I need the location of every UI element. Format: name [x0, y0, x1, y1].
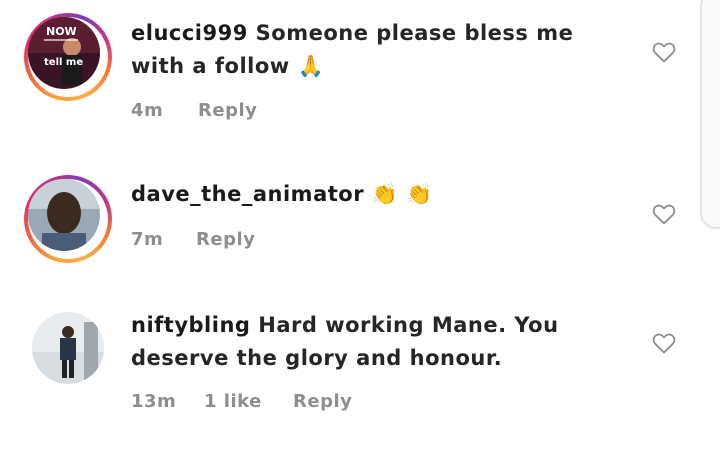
comment-body: 👏 👏 — [371, 182, 433, 206]
username[interactable]: elucci999 — [131, 21, 248, 45]
reply-button[interactable]: Reply — [293, 391, 352, 412]
username[interactable]: niftybling — [131, 313, 250, 337]
heart-outline-icon[interactable] — [652, 203, 676, 225]
avatar-logo-tellme: tell me — [44, 57, 83, 68]
username[interactable]: dave_the_animator — [131, 182, 364, 206]
timestamp: 13m — [131, 391, 177, 412]
heart-outline-icon[interactable] — [652, 41, 676, 63]
timestamp: 7m — [131, 229, 164, 250]
avatar[interactable]: NOW tell me — [28, 17, 100, 89]
timestamp: 4m — [131, 100, 164, 121]
story-ring[interactable]: NOW tell me — [24, 13, 112, 101]
reply-button[interactable]: Reply — [196, 229, 255, 250]
heart-outline-icon[interactable] — [652, 332, 676, 354]
comment-text: dave_the_animator 👏 👏 — [131, 178, 621, 211]
scrollbar-edge[interactable] — [700, 0, 720, 229]
avatar[interactable] — [32, 312, 104, 384]
like-count[interactable]: 1 like — [204, 391, 262, 412]
reply-button[interactable]: Reply — [198, 100, 257, 121]
story-ring[interactable] — [24, 175, 112, 263]
avatar-logo-now: NOW — [46, 25, 77, 38]
comment-text: elucci999 Someone please bless me with a… — [131, 17, 621, 83]
comment-text: niftybling Hard working Mane. You deserv… — [131, 309, 621, 375]
avatar[interactable] — [28, 179, 100, 251]
